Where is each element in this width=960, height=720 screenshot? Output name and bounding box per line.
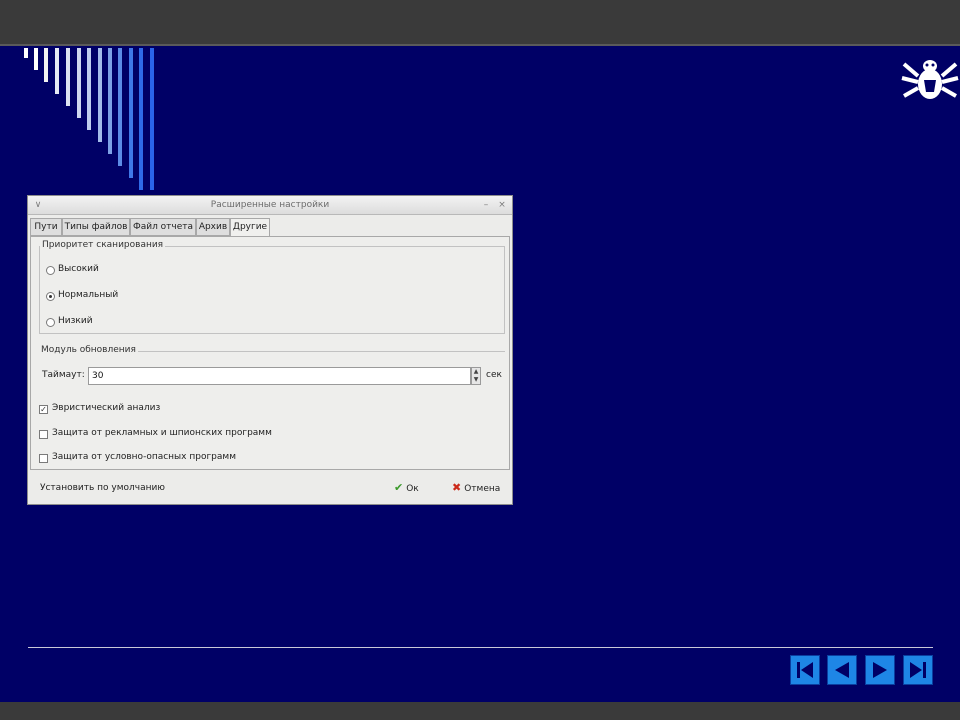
radio-priority-low-label[interactable]: Низкий: [58, 316, 93, 326]
scan-priority-group: Приоритет сканирования Высокий Нормальны…: [39, 240, 505, 334]
radio-priority-low[interactable]: [46, 318, 55, 327]
previous-page-icon: [835, 662, 849, 678]
timeout-spin-buttons[interactable]: ▲ ▼: [471, 367, 481, 385]
bottom-bar: [0, 702, 960, 720]
footer-divider: [28, 647, 933, 648]
close-icon[interactable]: ×: [496, 199, 508, 211]
dialog-titlebar[interactable]: ∨ Расширенные настройки – ×: [28, 196, 512, 215]
checkmark-icon: ✔: [394, 481, 404, 494]
tab-file-types[interactable]: Типы файлов: [62, 218, 130, 236]
previous-page-button[interactable]: [827, 655, 857, 685]
radio-priority-normal[interactable]: [46, 292, 55, 301]
riskware-checkbox[interactable]: [39, 454, 48, 463]
tab-other[interactable]: Другие: [230, 218, 270, 237]
radio-selected-dot: [49, 295, 52, 298]
tab-report-file[interactable]: Файл отчета: [130, 218, 196, 236]
drweb-spider-logo-icon: [900, 56, 960, 106]
radio-priority-high-label[interactable]: Высокий: [58, 264, 99, 274]
last-page-icon: [910, 662, 926, 678]
next-page-icon: [873, 662, 887, 678]
tab-archive[interactable]: Архив: [196, 218, 230, 236]
ok-button-label: Ок: [406, 484, 419, 494]
first-page-button[interactable]: [790, 655, 820, 685]
radio-priority-normal-label[interactable]: Нормальный: [58, 290, 118, 300]
tab-paths[interactable]: Пути: [30, 218, 62, 236]
ok-button[interactable]: ✔ Ок: [394, 480, 419, 496]
update-module-title: Модуль обновления: [39, 345, 138, 355]
dialog-title: Расширенные настройки: [210, 200, 330, 210]
scan-priority-title: Приоритет сканирования: [40, 240, 166, 250]
cancel-button[interactable]: ✖ Отмена: [452, 480, 500, 496]
first-page-icon: [797, 662, 813, 678]
timeout-input[interactable]: [88, 367, 471, 385]
minimize-icon[interactable]: –: [480, 199, 492, 211]
timeout-label: Таймаут:: [42, 370, 85, 380]
heuristic-analysis-label[interactable]: Эвристический анализ: [52, 403, 160, 413]
last-page-button[interactable]: [903, 655, 933, 685]
adware-spyware-checkbox[interactable]: [39, 430, 48, 439]
cross-icon: ✖: [452, 481, 462, 494]
next-page-button[interactable]: [865, 655, 895, 685]
tab-panel-other: Приоритет сканирования Высокий Нормальны…: [30, 236, 510, 470]
set-defaults-button[interactable]: Установить по умолчанию: [40, 480, 165, 496]
radio-priority-high[interactable]: [46, 266, 55, 275]
adware-spyware-label[interactable]: Защита от рекламных и шпионских программ: [52, 428, 272, 438]
advanced-settings-dialog: ∨ Расширенные настройки – × Пути Типы фа…: [27, 195, 513, 505]
riskware-label[interactable]: Защита от условно-опасных программ: [52, 452, 236, 462]
top-bar: [0, 0, 960, 46]
cancel-button-label: Отмена: [464, 484, 501, 494]
timeout-unit: сек: [486, 370, 502, 380]
heuristic-analysis-checkbox[interactable]: ✓: [39, 405, 48, 414]
